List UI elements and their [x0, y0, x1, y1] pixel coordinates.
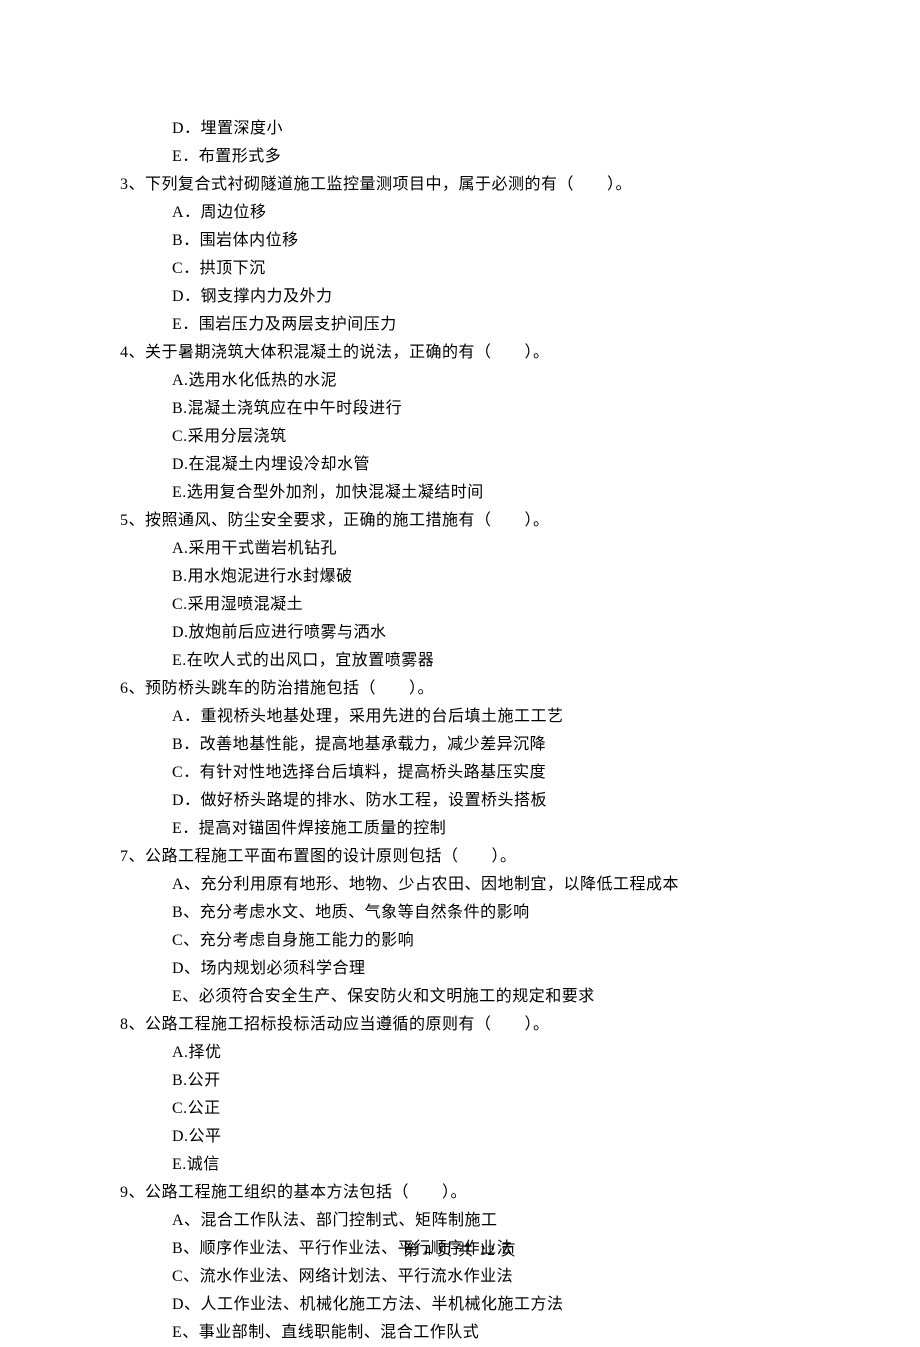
option: A、混合工作队法、部门控制式、矩阵制施工 — [120, 1207, 800, 1235]
option: B．改善地基性能，提高地基承载力，减少差异沉降 — [120, 731, 800, 759]
question-text: 关于暑期浇筑大体积混凝土的说法，正确的有（ ）。 — [145, 344, 550, 361]
option: B.公开 — [120, 1067, 800, 1095]
question-7: 7、公路工程施工平面布置图的设计原则包括（ ）。 — [120, 843, 800, 871]
orphan-option: E．布置形式多 — [120, 143, 800, 171]
option: D.公平 — [120, 1123, 800, 1151]
option: C.采用分层浇筑 — [120, 423, 800, 451]
option: E．围岩压力及两层支护间压力 — [120, 311, 800, 339]
option: E．提高对锚固件焊接施工质量的控制 — [120, 815, 800, 843]
option: B．围岩体内位移 — [120, 227, 800, 255]
question-number: 9、 — [120, 1184, 145, 1201]
option: A.采用干式凿岩机钻孔 — [120, 535, 800, 563]
question-5: 5、按照通风、防尘安全要求，正确的施工措施有（ ）。 — [120, 507, 800, 535]
question-9: 9、公路工程施工组织的基本方法包括（ ）。 — [120, 1179, 800, 1207]
question-text: 公路工程施工平面布置图的设计原则包括（ ）。 — [145, 848, 517, 865]
option: D．做好桥头路堤的排水、防水工程，设置桥头搭板 — [120, 787, 800, 815]
option: D、场内规划必须科学合理 — [120, 955, 800, 983]
option: E、必须符合安全生产、保安防火和文明施工的规定和要求 — [120, 983, 800, 1011]
option: A．重视桥头地基处理，采用先进的台后填土施工工艺 — [120, 703, 800, 731]
option: C、充分考虑自身施工能力的影响 — [120, 927, 800, 955]
question-4: 4、关于暑期浇筑大体积混凝土的说法，正确的有（ ）。 — [120, 339, 800, 367]
option: D．钢支撑内力及外力 — [120, 283, 800, 311]
option: C．拱顶下沉 — [120, 255, 800, 283]
option: A．周边位移 — [120, 199, 800, 227]
question-number: 7、 — [120, 848, 145, 865]
option: E.诚信 — [120, 1151, 800, 1179]
option: C、流水作业法、网络计划法、平行流水作业法 — [120, 1263, 800, 1291]
question-text: 预防桥头跳车的防治措施包括（ ）。 — [145, 680, 434, 697]
question-text: 公路工程施工组织的基本方法包括（ ）。 — [145, 1184, 467, 1201]
question-3: 3、下列复合式衬砌隧道施工监控量测项目中，属于必测的有（ ）。 — [120, 171, 800, 199]
option: C．有针对性地选择台后填料，提高桥头路基压实度 — [120, 759, 800, 787]
option: D.在混凝土内埋设冷却水管 — [120, 451, 800, 479]
option: A.选用水化低热的水泥 — [120, 367, 800, 395]
document-body: D．埋置深度小 E．布置形式多 3、下列复合式衬砌隧道施工监控量测项目中，属于必… — [120, 115, 800, 1347]
question-number: 8、 — [120, 1016, 145, 1033]
option: E.在吹人式的出风口，宜放置喷雾器 — [120, 647, 800, 675]
question-number: 3、 — [120, 176, 145, 193]
option: C.采用湿喷混凝土 — [120, 591, 800, 619]
orphan-option: D．埋置深度小 — [120, 115, 800, 143]
question-text: 下列复合式衬砌隧道施工监控量测项目中，属于必测的有（ ）。 — [145, 176, 632, 193]
option: B.混凝土浇筑应在中午时段进行 — [120, 395, 800, 423]
page-footer: 第 4 页 共 12 页 — [0, 1238, 920, 1264]
question-text: 公路工程施工招标投标活动应当遵循的原则有（ ）。 — [145, 1016, 550, 1033]
question-number: 5、 — [120, 512, 145, 529]
option: C.公正 — [120, 1095, 800, 1123]
option: B、充分考虑水文、地质、气象等自然条件的影响 — [120, 899, 800, 927]
option: D.放炮前后应进行喷雾与洒水 — [120, 619, 800, 647]
option: D、人工作业法、机械化施工方法、半机械化施工方法 — [120, 1291, 800, 1319]
option: B.用水炮泥进行水封爆破 — [120, 563, 800, 591]
question-8: 8、公路工程施工招标投标活动应当遵循的原则有（ ）。 — [120, 1011, 800, 1039]
option: A、充分利用原有地形、地物、少占农田、因地制宜，以降低工程成本 — [120, 871, 800, 899]
question-number: 4、 — [120, 344, 145, 361]
option: E.选用复合型外加剂，加快混凝土凝结时间 — [120, 479, 800, 507]
question-text: 按照通风、防尘安全要求，正确的施工措施有（ ）。 — [145, 512, 550, 529]
option: A.择优 — [120, 1039, 800, 1067]
question-number: 6、 — [120, 680, 145, 697]
question-6: 6、预防桥头跳车的防治措施包括（ ）。 — [120, 675, 800, 703]
option: E、事业部制、直线职能制、混合工作队式 — [120, 1319, 800, 1347]
